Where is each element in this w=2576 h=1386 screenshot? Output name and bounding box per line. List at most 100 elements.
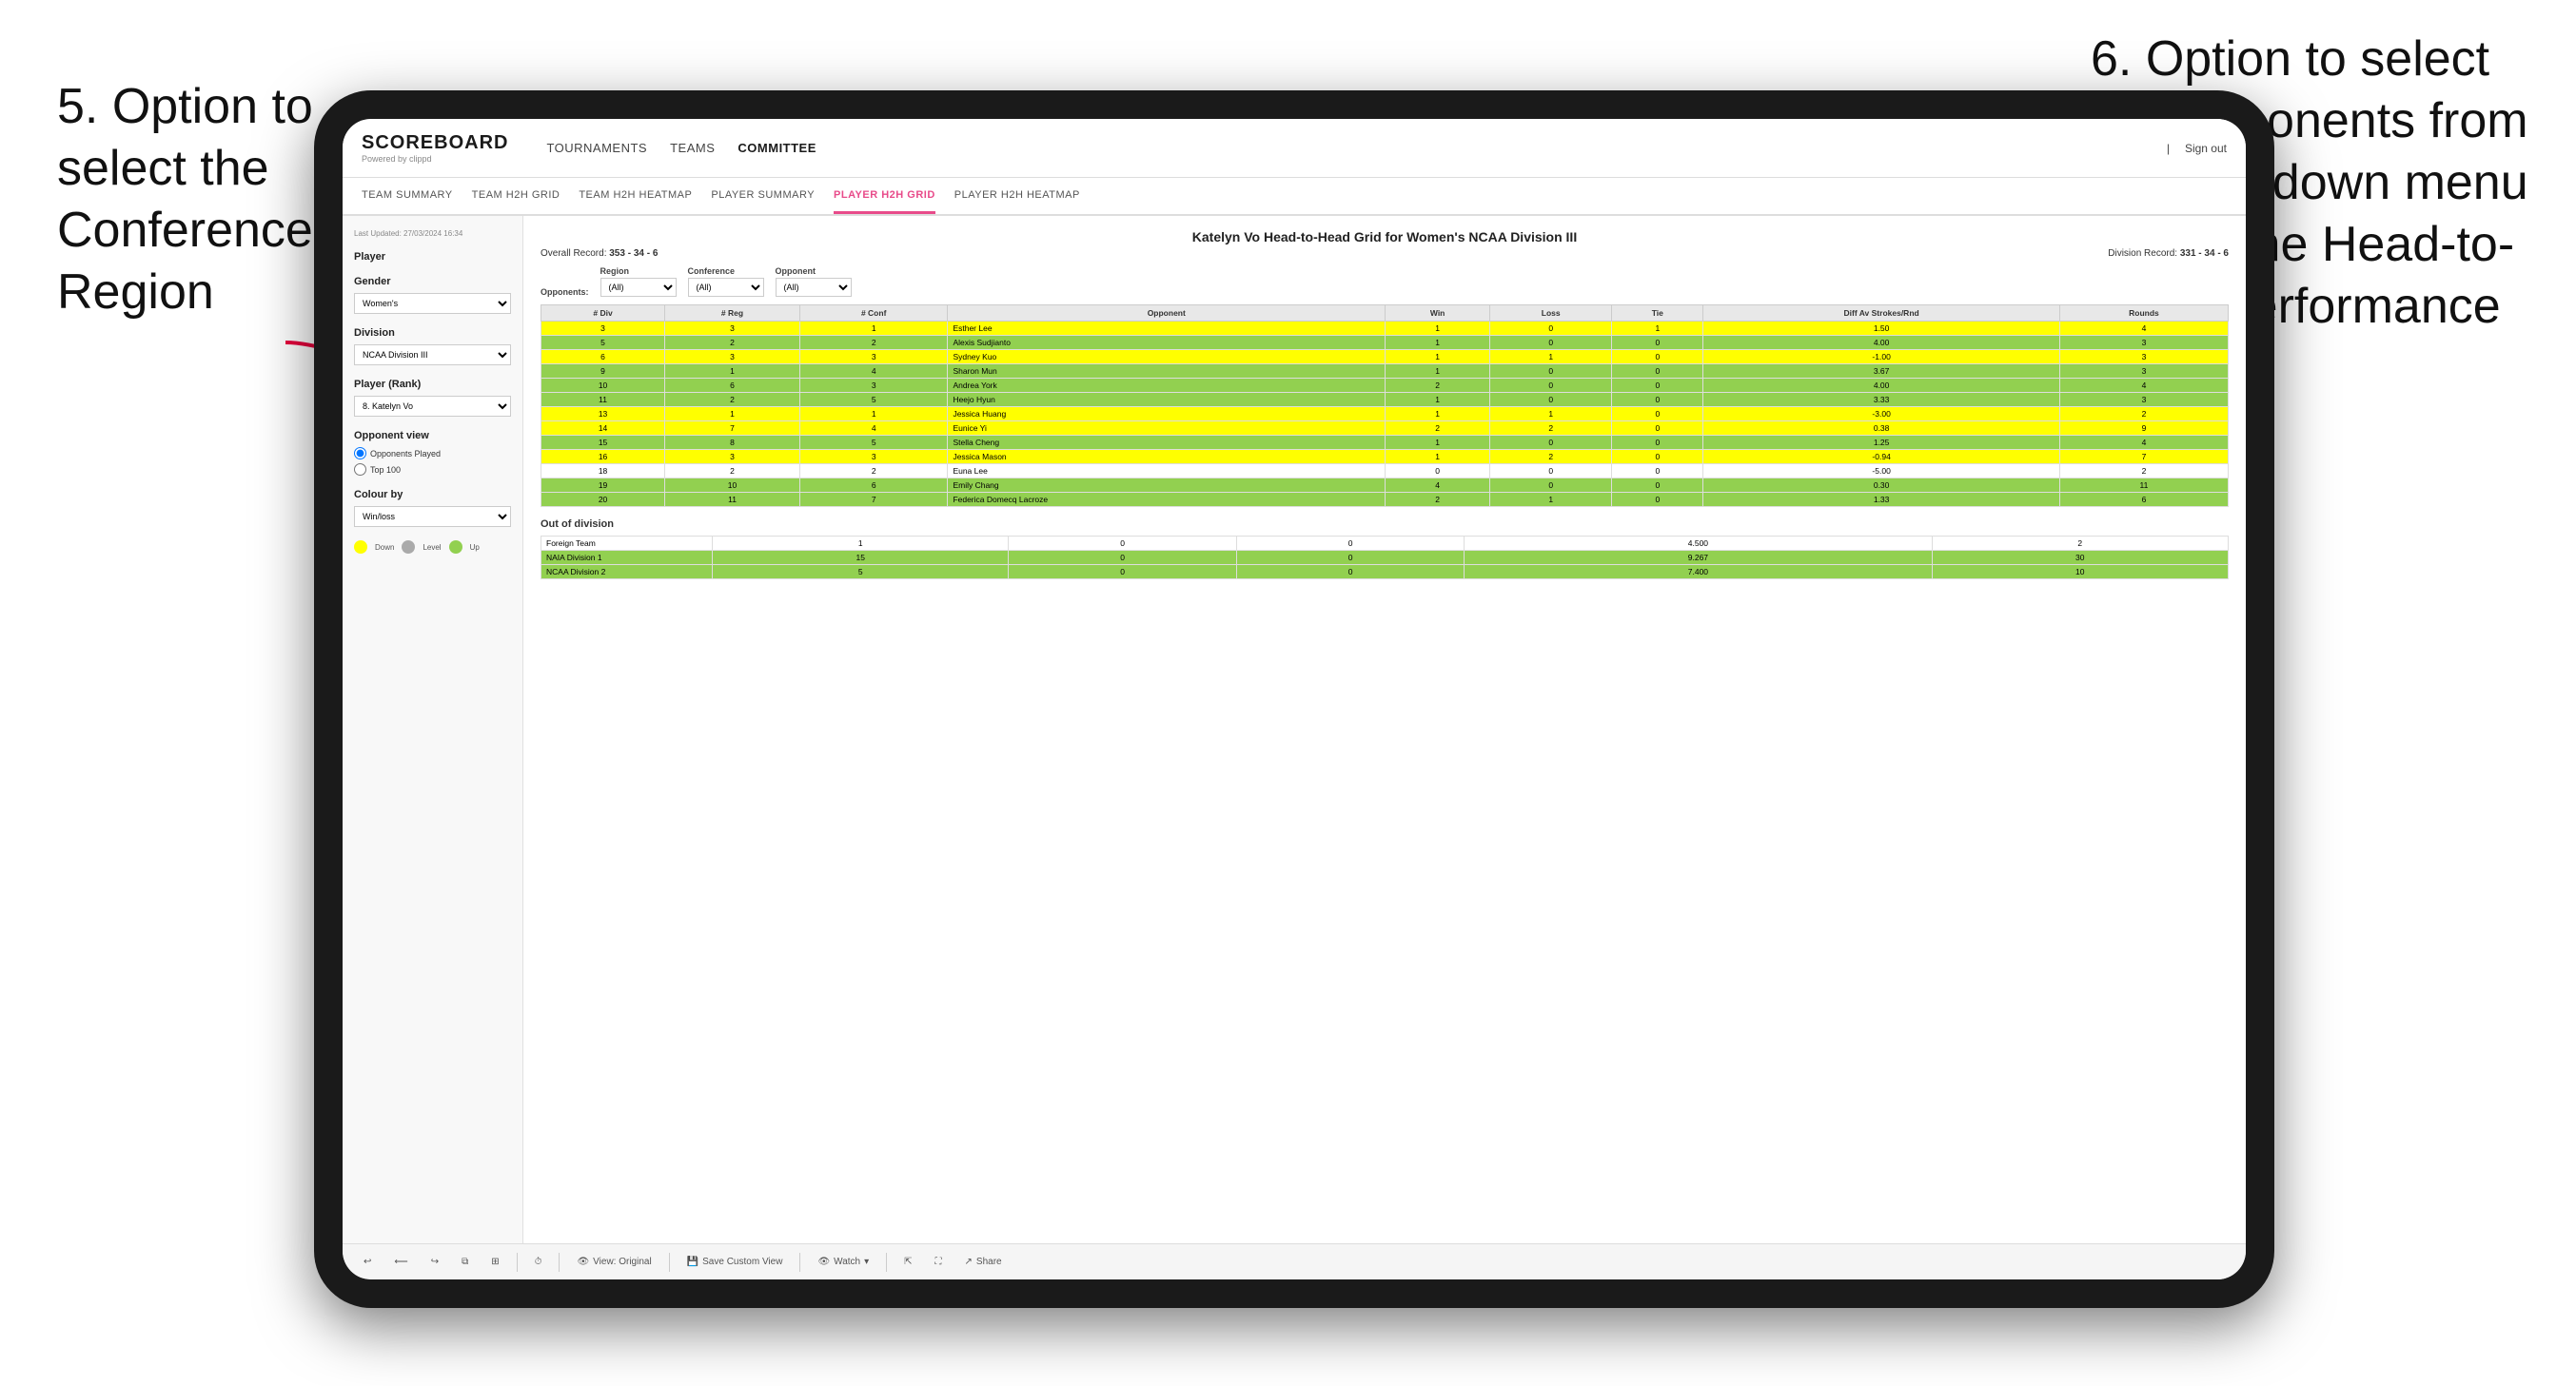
filter-conference: Conference (All) (688, 266, 764, 297)
sidebar-timestamp: Last Updated: 27/03/2024 16:34 (354, 229, 511, 238)
subnav-team-summary[interactable]: TEAM SUMMARY (362, 178, 453, 214)
subnav-player-h2h-heatmap[interactable]: PLAYER H2H HEATMAP (954, 178, 1080, 214)
nav-teams[interactable]: TEAMS (670, 141, 715, 155)
subnav-team-h2h-grid[interactable]: TEAM H2H GRID (472, 178, 560, 214)
redo-step-back[interactable]: ⟵ (388, 1254, 413, 1270)
colour-dot-up (449, 540, 462, 554)
clock-button[interactable]: ⏱ (529, 1254, 548, 1270)
td-reg: 8 (665, 436, 800, 450)
view-original-button[interactable]: 👁 View: Original (571, 1254, 657, 1270)
sidebar-opponent-view-radios: Opponents Played Top 100 (354, 447, 511, 476)
td-loss: 0 (1490, 393, 1612, 407)
sidebar-player-rank-select[interactable]: 8. Katelyn Vo (354, 396, 511, 417)
td-conf: 3 (799, 379, 948, 393)
paste-button[interactable]: ⊞ (485, 1254, 504, 1270)
logo-main: SCOREBOARD (362, 132, 508, 154)
filter-opponent-select[interactable]: (All) (776, 278, 852, 297)
td-tie: 0 (1612, 478, 1703, 493)
td-diff: 1.33 (1703, 493, 2060, 507)
td-div: 10 (541, 379, 665, 393)
resize-button[interactable]: ⇱ (898, 1254, 917, 1270)
sidebar-division-section: Division NCAA Division III (354, 327, 511, 365)
subnav: TEAM SUMMARY TEAM H2H GRID TEAM H2H HEAT… (343, 178, 2246, 216)
filter-row: Opponents: Region (All) Conference (All) (541, 266, 2229, 297)
td-loss: 1 (1490, 493, 1612, 507)
ood-td-win: 15 (713, 551, 1009, 565)
td-conf: 6 (799, 478, 948, 493)
ood-td-rounds: 30 (1932, 551, 2229, 565)
table-row: 18 2 2 Euna Lee 0 0 0 -5.00 2 (541, 464, 2229, 478)
table-row: 20 11 7 Federica Domecq Lacroze 2 1 0 1.… (541, 493, 2229, 507)
ood-td-diff: 9.267 (1465, 551, 1932, 565)
ood-td-rounds: 2 (1932, 537, 2229, 551)
redo-button[interactable]: ↪ (425, 1254, 444, 1270)
toolbar-sep-4 (799, 1253, 800, 1272)
td-div: 3 (541, 322, 665, 336)
ood-td-diff: 7.400 (1465, 565, 1932, 579)
td-div: 18 (541, 464, 665, 478)
td-reg: 6 (665, 379, 800, 393)
ood-td-opponent: NCAA Division 2 (541, 565, 713, 579)
filter-region-select[interactable]: (All) (600, 278, 677, 297)
grid-records: Overall Record: 353 - 34 - 6 Division Re… (541, 248, 2229, 259)
td-tie: 0 (1612, 407, 1703, 421)
undo-button[interactable]: ↩ (358, 1254, 377, 1270)
filter-conference-select[interactable]: (All) (688, 278, 764, 297)
td-opponent: Sharon Mun (948, 364, 1386, 379)
col-header-rounds: Rounds (2059, 305, 2228, 322)
td-rounds: 3 (2059, 364, 2228, 379)
td-opponent: Euna Lee (948, 464, 1386, 478)
td-loss: 0 (1490, 436, 1612, 450)
td-tie: 0 (1612, 336, 1703, 350)
td-loss: 0 (1490, 336, 1612, 350)
copy-button[interactable]: ⧉ (456, 1254, 474, 1270)
td-diff: -1.00 (1703, 350, 2060, 364)
td-win: 1 (1386, 436, 1490, 450)
filter-region: Region (All) (600, 266, 677, 297)
ood-td-tie: 0 (1236, 537, 1464, 551)
td-win: 1 (1386, 350, 1490, 364)
td-opponent: Jessica Huang (948, 407, 1386, 421)
td-win: 1 (1386, 336, 1490, 350)
nav-tournaments[interactable]: TOURNAMENTS (546, 141, 647, 155)
sidebar-gender-select[interactable]: Women's (354, 293, 511, 314)
division-record: Division Record: 331 - 34 - 6 (2108, 248, 2229, 259)
share-button[interactable]: ↗ Share (959, 1254, 1008, 1270)
td-rounds: 2 (2059, 407, 2228, 421)
watch-button[interactable]: 👁 Watch ▾ (812, 1254, 875, 1270)
td-conf: 1 (799, 407, 948, 421)
watch-label: Watch (834, 1257, 860, 1267)
td-reg: 3 (665, 450, 800, 464)
toolbar-sep-2 (559, 1253, 560, 1272)
sign-out-link[interactable]: Sign out (2185, 142, 2227, 155)
filter-conference-label: Conference (688, 266, 764, 276)
nav-items: TOURNAMENTS TEAMS COMMITTEE (546, 141, 816, 155)
td-reg: 2 (665, 336, 800, 350)
ood-td-rounds: 10 (1932, 565, 2229, 579)
colour-label-level: Level (423, 543, 441, 552)
table-row: 11 2 5 Heejo Hyun 1 0 0 3.33 3 (541, 393, 2229, 407)
filter-opponent-label: Opponent (776, 266, 852, 276)
col-header-opponent: Opponent (948, 305, 1386, 322)
subnav-team-h2h-heatmap[interactable]: TEAM H2H HEATMAP (579, 178, 692, 214)
td-win: 2 (1386, 379, 1490, 393)
fullscreen-button[interactable]: ⛶ (930, 1254, 948, 1270)
subnav-player-h2h-grid[interactable]: PLAYER H2H GRID (834, 178, 935, 214)
sidebar-colour-by-select[interactable]: Win/loss (354, 506, 511, 527)
nav-separator: | (2167, 142, 2170, 155)
td-loss: 2 (1490, 421, 1612, 436)
col-header-div: # Div (541, 305, 665, 322)
td-diff: 3.67 (1703, 364, 2060, 379)
sidebar-radio-opponents-played[interactable]: Opponents Played (354, 447, 511, 459)
save-custom-button[interactable]: 💾 Save Custom View (681, 1254, 789, 1270)
td-tie: 0 (1612, 393, 1703, 407)
sidebar-player-rank-label: Player (Rank) (354, 379, 511, 390)
td-conf: 4 (799, 421, 948, 436)
toolbar: ↩ ⟵ ↪ ⧉ ⊞ ⏱ 👁 View: Original 💾 Save Cust… (343, 1243, 2246, 1279)
sidebar-radio-top100[interactable]: Top 100 (354, 463, 511, 476)
subnav-player-summary[interactable]: PLAYER SUMMARY (711, 178, 815, 214)
sidebar-colour-by-section: Colour by Win/loss (354, 489, 511, 527)
share-icon: ↗ (965, 1257, 973, 1267)
nav-committee[interactable]: COMMITTEE (737, 141, 816, 155)
sidebar-division-select[interactable]: NCAA Division III (354, 344, 511, 365)
